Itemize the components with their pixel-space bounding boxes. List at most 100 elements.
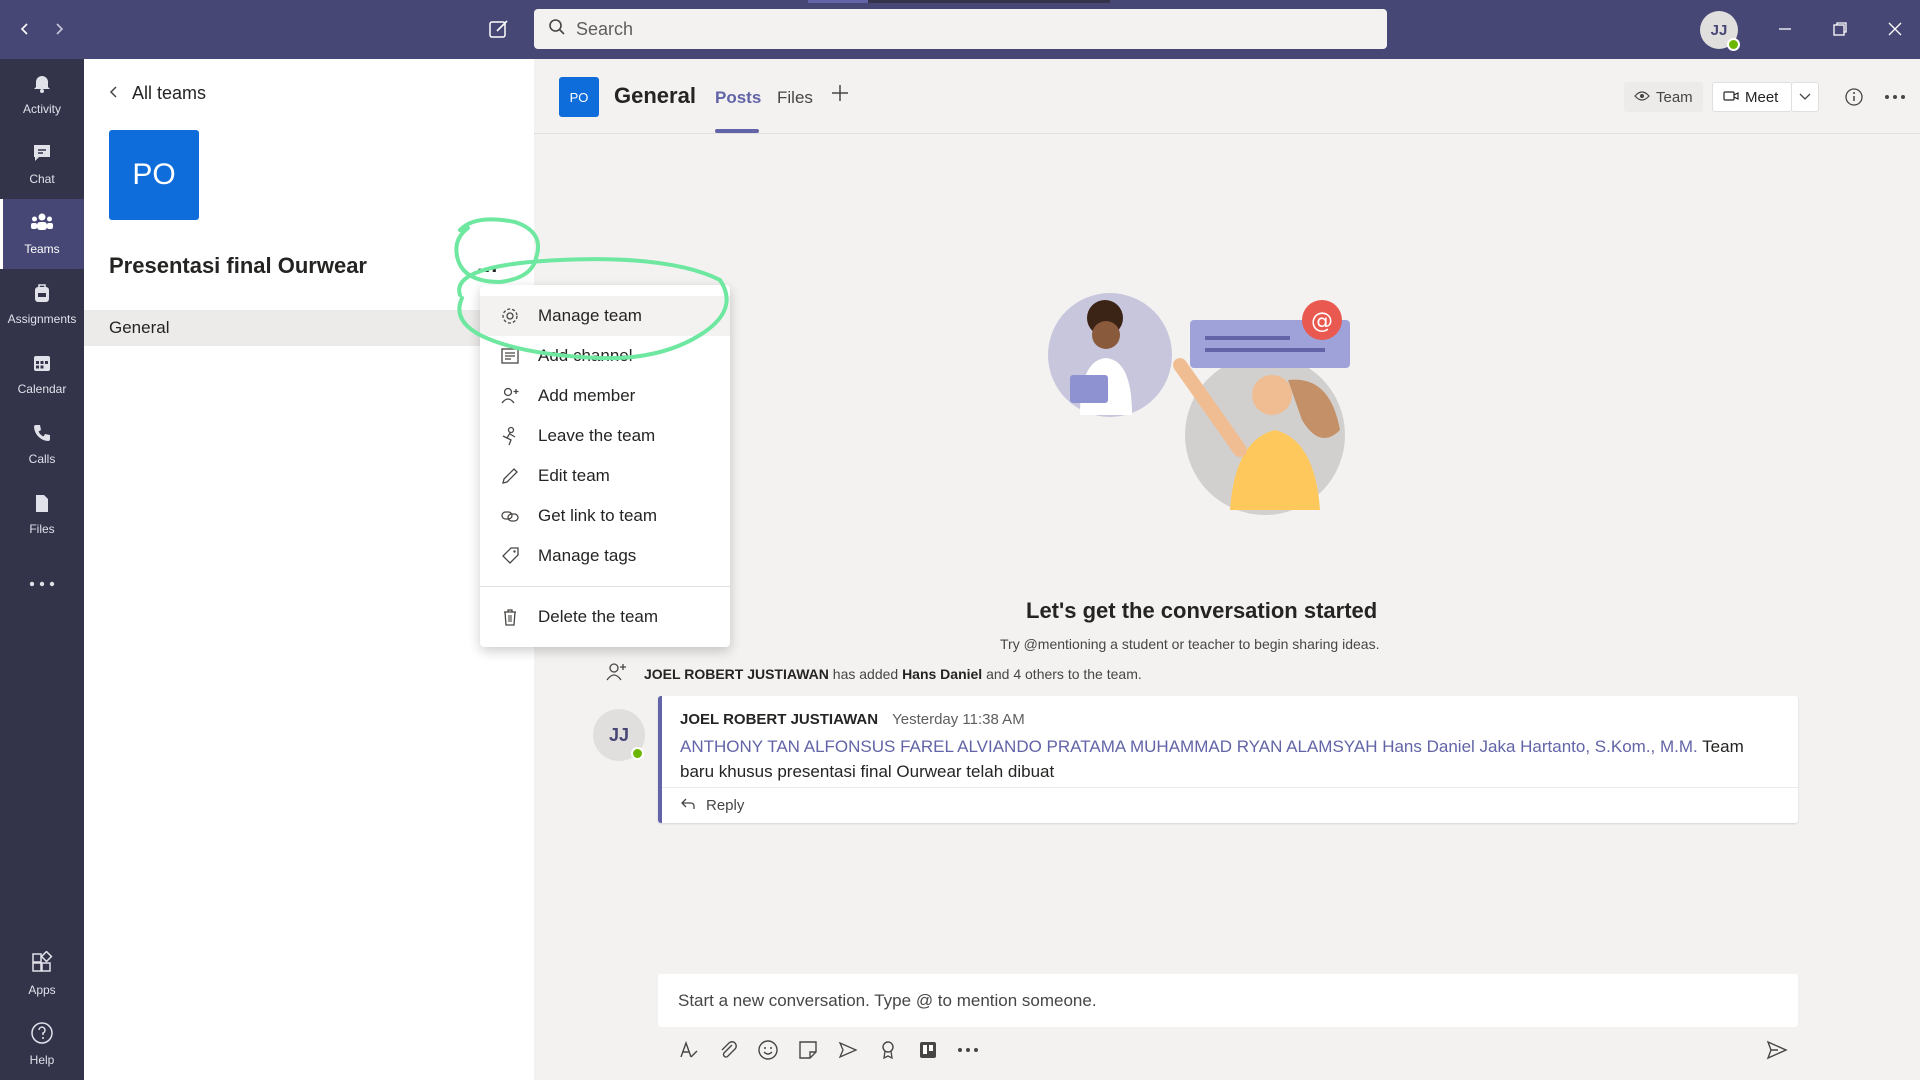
empty-state-title: Let's get the conversation started (1026, 598, 1378, 623)
actor-name: JOEL ROBERT JUSTIAWAN (644, 665, 829, 682)
emoji-icon[interactable] (755, 1037, 781, 1063)
praise-icon[interactable] (875, 1037, 901, 1063)
loading-bar (808, 0, 1110, 3)
rail-label: Teams (24, 242, 60, 256)
channel-label: General (109, 318, 170, 337)
close-icon[interactable] (1880, 14, 1910, 44)
backpack-icon (31, 282, 53, 307)
message-text: and 4 others to the team. (982, 665, 1142, 682)
paperclip-icon[interactable] (715, 1037, 741, 1063)
apps-icon (30, 950, 54, 978)
info-icon[interactable] (1834, 82, 1874, 112)
menu-item-manage-tags[interactable]: Manage tags (480, 536, 730, 576)
team-avatar: PO (109, 130, 199, 220)
forward-arrow-icon[interactable] (44, 14, 74, 44)
back-arrow-icon[interactable] (10, 14, 40, 44)
post-timestamp: Yesterday 11:38 AM (892, 711, 1025, 728)
more-options-icon[interactable] (1874, 82, 1916, 112)
compose-icon[interactable] (484, 14, 514, 44)
rail-item-chat[interactable]: Chat (0, 129, 84, 199)
rail-more-icon[interactable] (0, 549, 84, 619)
channel-team-avatar: PO (559, 77, 599, 117)
search-icon (548, 18, 566, 41)
reply-button[interactable]: Reply (662, 787, 1798, 823)
team-context-menu: Manage team Add channel Add member Leave… (480, 285, 730, 647)
meet-button[interactable]: Meet (1712, 82, 1792, 112)
restore-icon[interactable] (1825, 14, 1855, 44)
menu-item-leave-team[interactable]: Leave the team (480, 416, 730, 456)
rail-item-calendar[interactable]: Calendar (0, 339, 84, 409)
menu-item-edit-team[interactable]: Edit team (480, 456, 730, 496)
channel-title: General (614, 83, 696, 108)
eye-icon (1634, 89, 1650, 106)
menu-item-manage-team[interactable]: Manage team (480, 296, 730, 336)
all-teams-link[interactable]: All teams (108, 83, 206, 104)
post-mentions[interactable]: ANTHONY TAN ALFONSUS FAREL ALVIANDO PRAT… (680, 737, 1698, 756)
rail-label: Calendar (17, 382, 67, 396)
channel-header: PO General Posts Files Team Meet (534, 59, 1920, 134)
video-camera-icon (1723, 89, 1739, 106)
link-icon (500, 506, 520, 526)
rail-item-apps[interactable]: Apps (0, 939, 84, 1009)
user-initials: JJ (1710, 21, 1728, 39)
rail-item-teams[interactable]: Teams (0, 199, 84, 269)
rail-label: Activity (22, 102, 61, 116)
menu-item-add-member[interactable]: Add member (480, 376, 730, 416)
sticker-icon[interactable] (795, 1037, 821, 1063)
new-conversation-input[interactable] (678, 990, 1758, 1011)
team-name: Presentasi final Ourwear (109, 253, 367, 278)
search-input[interactable] (576, 18, 1356, 40)
presence-available-icon (631, 747, 644, 760)
schedule-meeting-icon[interactable] (835, 1037, 861, 1063)
trash-icon (500, 607, 520, 627)
search-box[interactable] (534, 9, 1387, 49)
post-author-initials: JJ (608, 724, 630, 745)
pencil-icon (500, 466, 520, 486)
trello-icon[interactable] (915, 1037, 941, 1063)
app-rail: Activity Chat Teams Assignments Calendar… (0, 59, 84, 1080)
rail-label: Files (29, 522, 55, 536)
message-text: has added (828, 665, 903, 682)
team-view-label: Team (1656, 88, 1693, 106)
menu-item-label: Delete the team (538, 607, 659, 626)
menu-item-delete-team[interactable]: Delete the team (480, 597, 730, 637)
format-icon[interactable] (675, 1037, 701, 1063)
channel-item-general[interactable]: General (84, 310, 534, 346)
user-avatar[interactable]: JJ (1700, 11, 1740, 51)
svg-text:@: @ (1311, 309, 1333, 334)
menu-item-label: Manage team (538, 306, 642, 325)
post-card: JOEL ROBERT JUSTIAWAN Yesterday 11:38 AM… (658, 696, 1798, 823)
rail-item-calls[interactable]: Calls (0, 409, 84, 479)
phone-icon (31, 422, 53, 447)
team-initials: PO (132, 158, 176, 191)
rail-label: Chat (29, 172, 55, 186)
calendar-icon (31, 352, 53, 377)
tab-files[interactable]: Files (777, 88, 813, 108)
team-view-button[interactable]: Team (1624, 82, 1703, 112)
add-person-icon (500, 386, 520, 406)
tab-posts[interactable]: Posts (715, 88, 761, 108)
file-icon (31, 492, 53, 517)
compose-box[interactable] (658, 974, 1798, 1027)
team-more-options-button[interactable]: ... (477, 252, 498, 278)
menu-item-add-channel[interactable]: Add channel (480, 336, 730, 376)
post-author-avatar[interactable]: JJ (593, 709, 645, 761)
rail-label: Assignments (7, 312, 77, 326)
rail-item-files[interactable]: Files (0, 479, 84, 549)
help-icon (30, 1021, 54, 1048)
rail-item-help[interactable]: Help (0, 1009, 84, 1079)
more-apps-icon[interactable] (955, 1037, 981, 1063)
send-icon[interactable] (1764, 1037, 1790, 1063)
rail-item-activity[interactable]: Activity (0, 59, 84, 129)
menu-item-get-link[interactable]: Get link to team (480, 496, 730, 536)
menu-item-label: Manage tags (538, 546, 637, 565)
rail-label: Help (29, 1053, 55, 1067)
add-tab-icon[interactable] (830, 83, 850, 108)
gear-icon (500, 306, 520, 326)
meet-dropdown-chevron-icon[interactable] (1791, 82, 1819, 112)
rail-label: Calls (28, 452, 56, 466)
post-author[interactable]: JOEL ROBERT JUSTIAWAN (680, 711, 878, 728)
rail-item-assignments[interactable]: Assignments (0, 269, 84, 339)
minimize-icon[interactable] (1770, 14, 1800, 44)
active-tab-indicator (715, 129, 759, 133)
